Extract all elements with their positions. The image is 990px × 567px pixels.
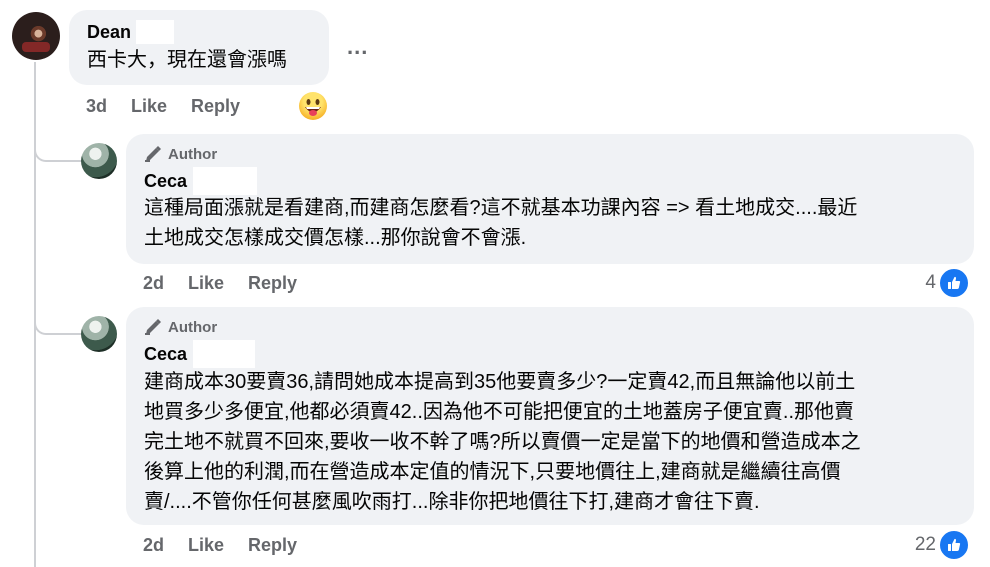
timestamp[interactable]: 2d [143, 273, 164, 294]
commenter-name[interactable]: Dean [87, 22, 131, 43]
reaction-count[interactable]: 22 [915, 529, 970, 561]
grinning-tongue-emoji-icon[interactable] [299, 92, 327, 120]
author-badge: Author [144, 145, 217, 163]
like-button[interactable]: Like [188, 273, 224, 294]
like-count: 4 [925, 272, 936, 293]
redacted-surname [193, 167, 257, 195]
reply-button[interactable]: Reply [248, 273, 297, 294]
like-button[interactable]: Like [131, 96, 167, 117]
author-badge-label: Author [168, 318, 218, 336]
redacted-surname [193, 340, 255, 368]
reply-button[interactable]: Reply [191, 96, 240, 117]
pencil-icon [145, 319, 161, 335]
reply-connector [34, 140, 82, 162]
redacted-surname [136, 20, 174, 44]
reply-button[interactable]: Reply [248, 535, 297, 556]
avatar-ceca[interactable] [81, 143, 117, 179]
commenter-name[interactable]: Ceca [144, 171, 187, 192]
comment-bubble-ceca-2: Author Ceca 建商成本30要賣36,請問她成本提高到35他要賣多少?一… [126, 307, 974, 525]
like-count: 22 [914, 534, 936, 555]
pencil-icon [145, 146, 161, 162]
comment-bubble-ceca-1: Author Ceca 這種局面漲就是看建商,而建商怎麼看?這不就基本功課內容 … [126, 134, 974, 264]
comment-text: 這種局面漲就是看建商,而建商怎麼看?這不就基本功課內容 => 看土地成交....… [144, 197, 858, 249]
timestamp[interactable]: 3d [86, 96, 107, 117]
comment-actions: 3d Like Reply [86, 96, 264, 117]
reply-connector [34, 313, 82, 335]
more-options-button[interactable]: ... [347, 34, 368, 60]
thumbs-up-icon [938, 267, 970, 299]
commenter-name[interactable]: Ceca [144, 344, 187, 365]
comment-text: 建商成本30要賣36,請問她成本提高到35他要賣多少?一定賣42,而且無論他以前… [144, 371, 861, 513]
comment-actions: 2d Like Reply [143, 535, 321, 556]
comment-text: 西卡大，現在還會漲嗎 [87, 49, 287, 71]
author-badge-label: Author [168, 145, 218, 163]
avatar-ceca[interactable] [81, 316, 117, 352]
reaction-count[interactable]: 4 [925, 267, 970, 299]
avatar-dean[interactable] [12, 12, 60, 60]
comment-bubble-dean: Dean 西卡大，現在還會漲嗎 [69, 10, 329, 85]
timestamp[interactable]: 2d [143, 535, 164, 556]
author-badge: Author [144, 318, 217, 336]
thumbs-up-icon [938, 529, 970, 561]
comment-actions: 2d Like Reply [143, 273, 321, 294]
like-button[interactable]: Like [188, 535, 224, 556]
